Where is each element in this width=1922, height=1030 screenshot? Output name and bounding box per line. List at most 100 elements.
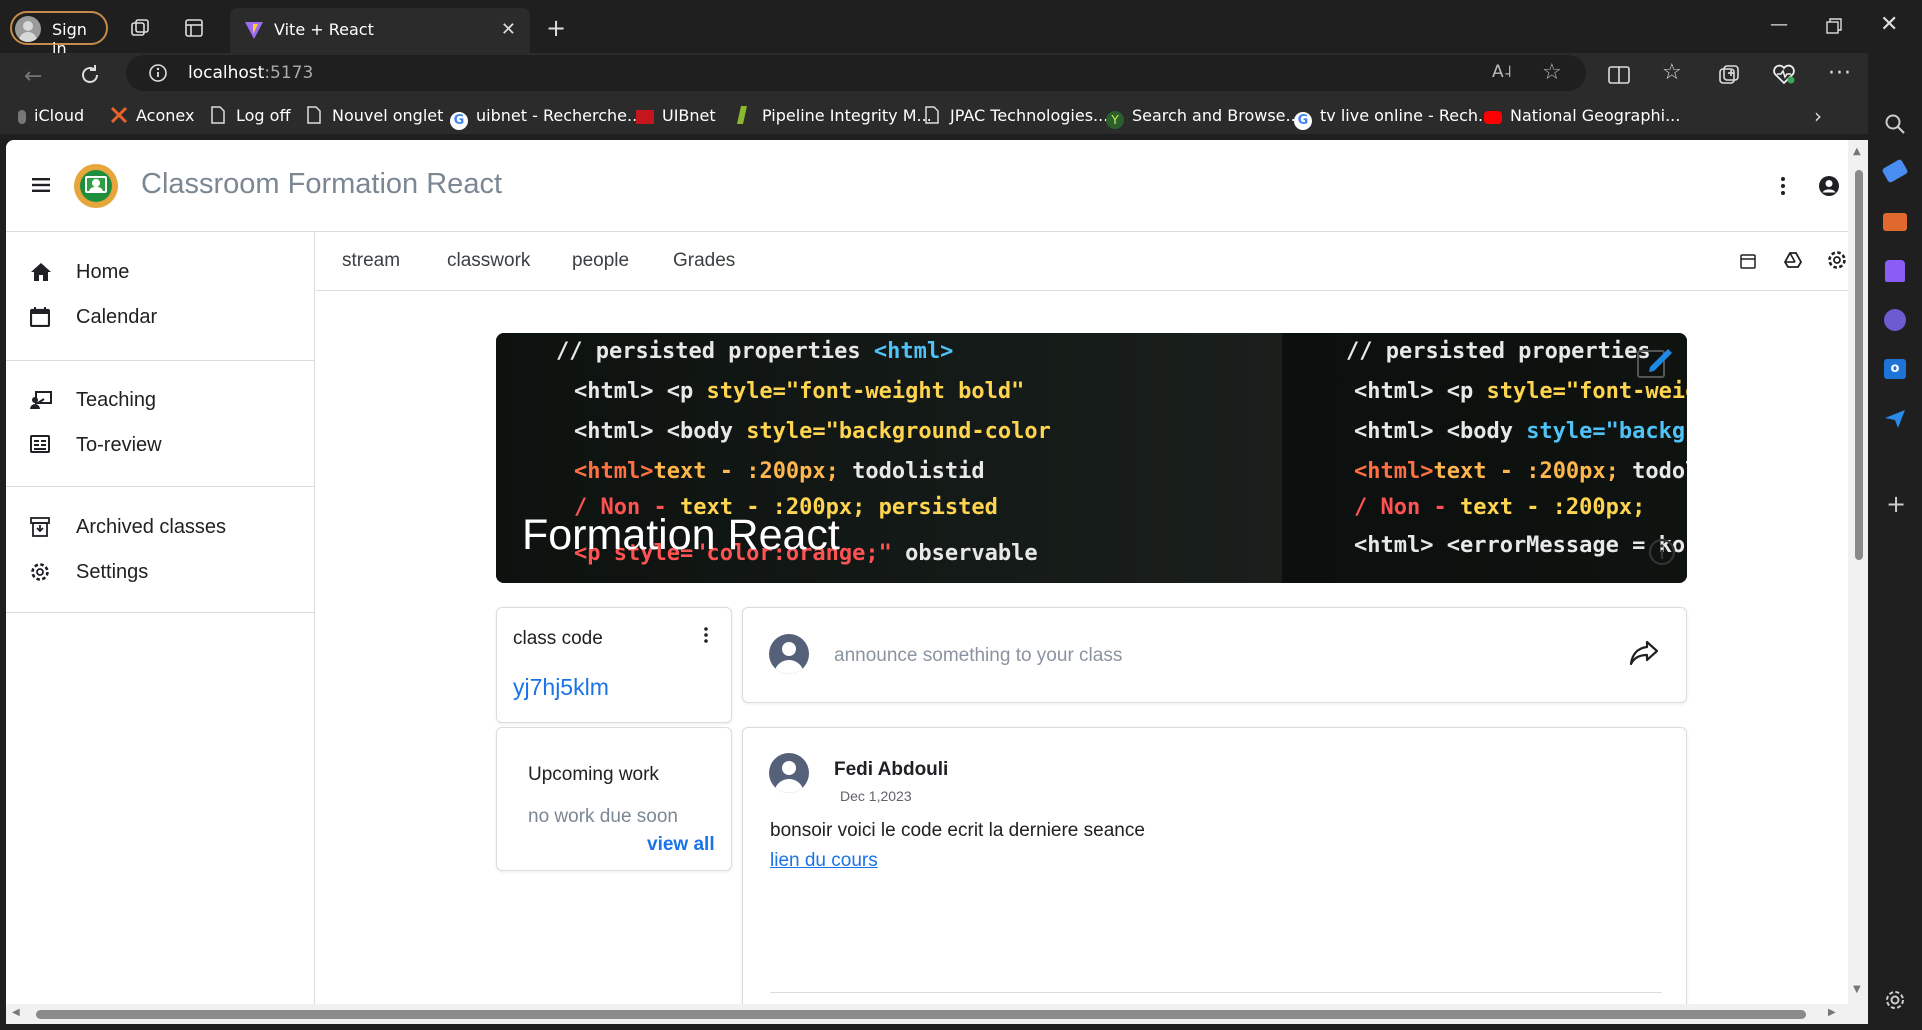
- browser-tab-active[interactable]: Vite + React ✕: [230, 8, 530, 53]
- profile-icon: [15, 16, 41, 42]
- class-code-value[interactable]: yj7hj5klm: [513, 674, 609, 701]
- add-sidebar-app-icon[interactable]: +: [1886, 490, 1906, 518]
- home-icon: [30, 262, 52, 284]
- vertical-scroll-thumb[interactable]: [1855, 170, 1863, 560]
- tab-stream[interactable]: stream: [342, 250, 400, 272]
- sidebar-settings-icon[interactable]: [1884, 989, 1906, 1011]
- sidebar-item-teaching[interactable]: Teaching: [6, 380, 315, 420]
- tab-people[interactable]: people: [572, 250, 629, 272]
- scroll-right-icon[interactable]: ▶: [1828, 1007, 1836, 1018]
- bookmark-label: JPAC Technologies...: [950, 106, 1109, 125]
- scroll-left-icon[interactable]: ◀: [12, 1007, 20, 1018]
- bookmark-label: tv live online - Rech...: [1320, 106, 1494, 125]
- outlook-icon[interactable]: o: [1884, 359, 1906, 379]
- sidebar-item-label: Teaching: [76, 389, 157, 411]
- horizontal-scroll-thumb[interactable]: [36, 1010, 1806, 1019]
- to-review-icon: [30, 435, 52, 457]
- bookmarks-overflow-chevron-icon[interactable]: ›: [1814, 104, 1822, 128]
- banner-code-decoration: <html> <body style="background-color: [574, 419, 1051, 444]
- edit-banner-icon[interactable]: [1636, 343, 1676, 381]
- read-aloud-icon[interactable]: A˨: [1492, 62, 1512, 82]
- new-tab-icon[interactable]: +: [546, 14, 566, 42]
- drive-icon[interactable]: [1784, 252, 1802, 268]
- tab-actions-icon[interactable]: [184, 18, 204, 38]
- url-bar[interactable]: localhost:5173 A˨ ☆: [126, 55, 1586, 91]
- scroll-down-icon[interactable]: ▼: [1853, 984, 1861, 995]
- site-info-icon[interactable]: [148, 63, 168, 83]
- close-window-icon[interactable]: ✕: [1880, 12, 1898, 37]
- page-viewport: Classroom Formation React Home Calendar: [6, 140, 1866, 1004]
- url-text[interactable]: localhost:5173: [188, 63, 313, 83]
- teaching-icon: [30, 390, 52, 412]
- tab-classwork[interactable]: classwork: [447, 250, 530, 272]
- view-all-link[interactable]: view all: [647, 834, 715, 856]
- sidebar-divider: [6, 612, 315, 613]
- vite-logo-icon: [244, 20, 264, 40]
- bookmark-nouvel-onglet[interactable]: Nouvel onglet: [306, 106, 443, 125]
- bookmark-pipeline[interactable]: Pipeline Integrity M...: [736, 106, 932, 125]
- sidebar-item-calendar[interactable]: Calendar: [6, 297, 315, 337]
- aconex-icon: [110, 106, 128, 124]
- edge-sidebar: o +: [1868, 53, 1922, 1030]
- sidebar-item-archived-classes[interactable]: Archived classes: [6, 507, 315, 547]
- bookmark-natgeo[interactable]: National Geographi...: [1484, 106, 1680, 125]
- bookmark-uibnet[interactable]: UIBnet: [636, 106, 716, 125]
- shopping-tag-icon[interactable]: [1881, 158, 1909, 184]
- search-icon[interactable]: [1884, 113, 1906, 135]
- bookmark-icloud[interactable]: iCloud: [18, 106, 84, 125]
- google-icon: G: [450, 112, 468, 130]
- scroll-up-icon[interactable]: ▲: [1853, 146, 1861, 157]
- tools-briefcase-icon[interactable]: [1883, 213, 1907, 231]
- settings-icon: [30, 562, 52, 584]
- restore-icon[interactable]: [1826, 18, 1842, 34]
- back-icon[interactable]: ←: [24, 64, 42, 89]
- hamburger-menu-icon[interactable]: [32, 178, 50, 192]
- class-settings-icon[interactable]: [1827, 250, 1847, 270]
- bookmark-aconex[interactable]: Aconex: [110, 106, 194, 125]
- apple-icon: [18, 110, 26, 124]
- tab-grades[interactable]: Grades: [673, 250, 735, 272]
- sidebar-item-label: Home: [76, 261, 130, 283]
- sidebar-item-settings[interactable]: Settings: [6, 552, 315, 592]
- favorite-star-icon[interactable]: ☆: [1542, 60, 1562, 85]
- calendar-icon[interactable]: [1740, 253, 1756, 269]
- vertical-scrollbar[interactable]: ▲ ▼: [1848, 140, 1868, 1004]
- banner-code-decoration: / Non - text - :200px;: [1354, 495, 1646, 520]
- banner-code-decoration: <html> <p style="font-weight bold": [1354, 379, 1687, 404]
- send-icon[interactable]: [1884, 409, 1906, 429]
- more-vert-icon[interactable]: [1780, 176, 1786, 196]
- class-code-more-icon[interactable]: [703, 626, 709, 644]
- bookmark-search-browse[interactable]: Y Search and Browse...: [1106, 106, 1301, 129]
- horizontal-scrollbar[interactable]: ◀ ▶: [6, 1004, 1868, 1024]
- class-code-label: class code: [513, 628, 603, 649]
- banner-code-decoration: <html> <p style="font-weight bold": [574, 379, 1025, 404]
- sign-in-button[interactable]: Sign in: [10, 11, 108, 58]
- favorites-icon[interactable]: ☆: [1662, 60, 1682, 85]
- sidebar-item-to-review[interactable]: To-review: [6, 425, 315, 465]
- more-menu-icon[interactable]: ···: [1828, 61, 1852, 86]
- classroom-logo-icon: [74, 164, 118, 208]
- tab-close-icon[interactable]: ✕: [501, 19, 516, 40]
- banner-code-decoration: <html>text - :200px; todolistid: [574, 459, 985, 484]
- workspaces-icon[interactable]: [130, 18, 152, 38]
- post-link[interactable]: lien du cours: [770, 850, 878, 872]
- bookmark-tv-live[interactable]: Gtv live online - Rech...: [1294, 106, 1493, 130]
- minimize-icon[interactable]: —: [1770, 14, 1788, 35]
- collections-icon[interactable]: [1718, 64, 1740, 86]
- announce-card[interactable]: announce something to your class: [742, 607, 1687, 703]
- health-heart-icon[interactable]: [1772, 63, 1796, 85]
- refresh-icon[interactable]: [78, 63, 102, 87]
- bookmark-jpac[interactable]: JPAC Technologies...: [924, 106, 1108, 125]
- bookmark-uibnet-recherche[interactable]: Guibnet - Recherche...: [450, 106, 642, 130]
- sidebar-item-home[interactable]: Home: [6, 252, 315, 292]
- post-divider: [770, 992, 1662, 993]
- microsoft-365-icon[interactable]: [1884, 309, 1906, 331]
- info-icon[interactable]: [1648, 538, 1676, 566]
- announce-input[interactable]: announce something to your class: [834, 645, 1122, 667]
- bookmark-logoff[interactable]: Log off: [210, 106, 290, 125]
- games-icon[interactable]: [1885, 260, 1905, 282]
- share-arrow-icon[interactable]: [1629, 640, 1659, 666]
- split-screen-icon[interactable]: [1608, 65, 1630, 85]
- banner-code-decoration: <html> <body style="background: [1354, 419, 1687, 444]
- account-circle-icon[interactable]: [1818, 175, 1840, 197]
